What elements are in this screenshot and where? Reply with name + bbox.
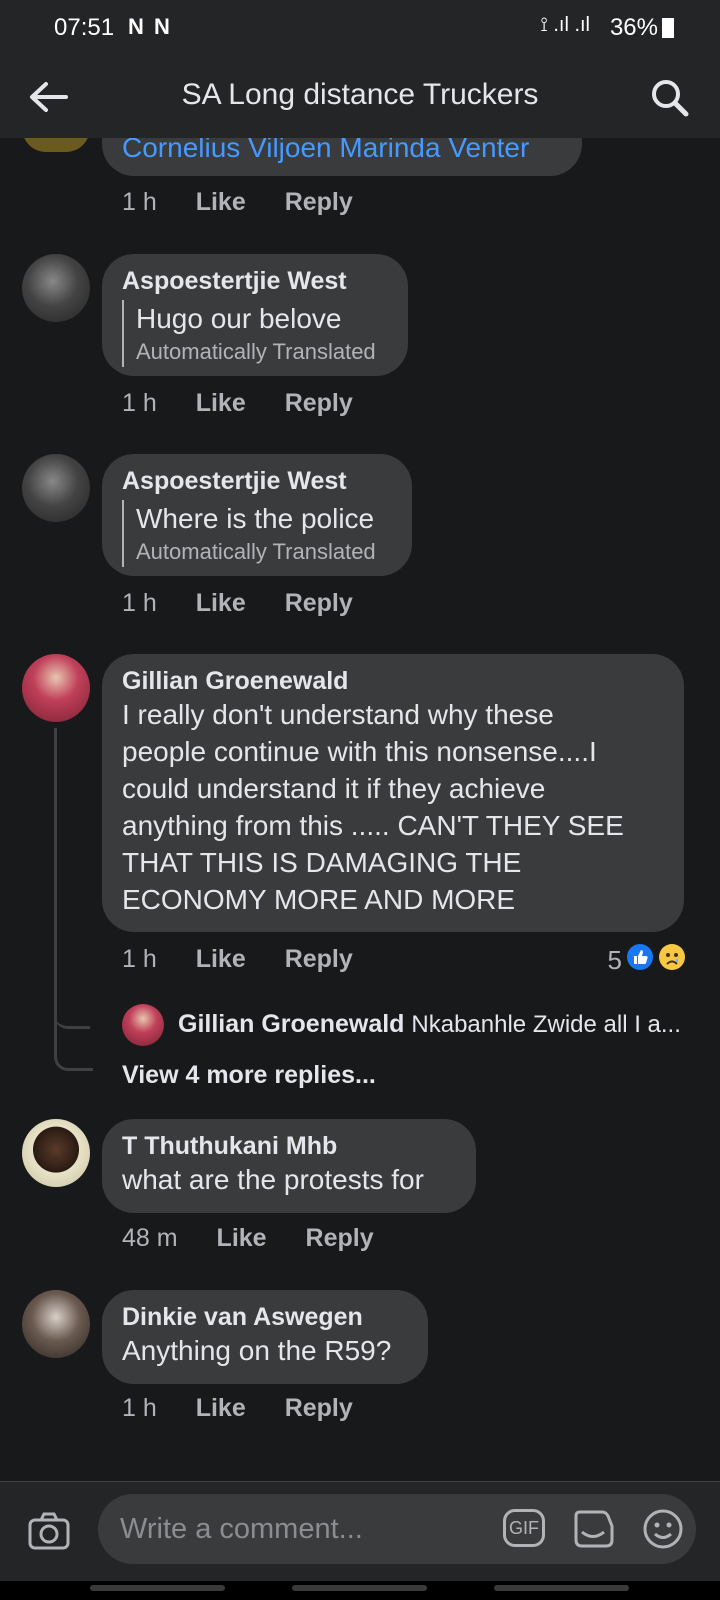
battery-percent: 36%: [609, 14, 658, 41]
comment-text-line: anything from this ..... CAN'T THEY SEE: [122, 810, 624, 841]
comment-actions: 1 h Like Reply: [122, 945, 385, 974]
gif-button[interactable]: GIF: [503, 1509, 545, 1547]
like-button[interactable]: Like: [196, 589, 246, 617]
comment-text-line: I really don't understand why these: [122, 699, 554, 730]
comment-time: 1 h: [122, 389, 157, 417]
avatar[interactable]: [22, 138, 90, 152]
comment-composer-bar: Write a comment... GIF: [0, 1481, 720, 1582]
sad-reaction-icon: [658, 943, 686, 978]
avatar[interactable]: [22, 254, 90, 322]
status-time: 07:51: [54, 14, 115, 41]
system-nav-bar: [0, 1581, 720, 1600]
avatar[interactable]: [22, 654, 90, 722]
translated-block: Where is the police Automatically Transl…: [122, 500, 392, 567]
comment-actions: 1 h Like Reply: [122, 589, 385, 618]
avatar[interactable]: [22, 1290, 90, 1358]
like-button[interactable]: Like: [196, 1394, 246, 1422]
like-button[interactable]: Like: [217, 1224, 267, 1252]
comment-text-line: ECONOMY MORE AND MORE: [122, 884, 516, 915]
gif-label: GIF: [509, 1518, 539, 1538]
comment-bubble: Aspoestertjie West Hugo our belove Autom…: [102, 254, 408, 376]
nav-recents[interactable]: [90, 1585, 225, 1591]
comment-text: Anything on the R59?: [122, 1335, 392, 1366]
comment-bubble: T Thuthukani Mhb what are the protests f…: [102, 1119, 476, 1213]
page-title: SA Long distance Truckers: [181, 78, 539, 111]
comment-text: Where is the police: [136, 503, 375, 534]
comment-text-line: THAT THIS IS DAMAGING THE: [122, 847, 522, 878]
comment-bubble: Aspoestertjie West Where is the police A…: [102, 454, 412, 576]
comment-input-placeholder: Write a comment...: [120, 1513, 363, 1545]
comment-text: what are the protests for: [122, 1164, 424, 1195]
reply-author: Gillian Groenewald: [178, 1010, 405, 1038]
comment-actions: 1 h Like Reply: [122, 188, 385, 217]
comment-list: Cornelius Viljoen Marinda Venter 1 h Lik…: [0, 138, 720, 1481]
translated-label[interactable]: Automatically Translated: [136, 337, 388, 367]
app-header: SA Long distance Truckers: [0, 56, 720, 138]
like-reaction-icon: [626, 943, 654, 978]
comment-actions: 48 m Like Reply: [122, 1224, 406, 1253]
comment-time: 1 h: [122, 188, 157, 216]
signal-icons: ⟟ .ıl .ıl: [540, 14, 590, 36]
reply-button[interactable]: Reply: [285, 589, 353, 617]
nav-back[interactable]: [494, 1585, 629, 1591]
comment-text: Hugo our belove: [136, 303, 342, 334]
reply-text: Nkabanhle Zwide all I a...: [411, 1011, 681, 1038]
comment-text-line: could understand it if they achieve: [122, 773, 546, 804]
comment-text-line: people continue with this nonsense....I: [122, 736, 597, 767]
comment-actions: 1 h Like Reply: [122, 389, 385, 418]
like-button[interactable]: Like: [196, 945, 246, 973]
reply-button[interactable]: Reply: [306, 1224, 374, 1252]
reply-button[interactable]: Reply: [285, 188, 353, 216]
comment-author[interactable]: Dinkie van Aswegen: [122, 1302, 408, 1332]
comment-bubble: Gillian Groenewald I really don't unders…: [102, 654, 684, 932]
sticker-icon[interactable]: [570, 1506, 616, 1552]
thread-branch: [54, 998, 90, 1029]
like-button[interactable]: Like: [196, 389, 246, 417]
view-more-replies-link[interactable]: View 4 more replies...: [122, 1061, 376, 1090]
comment-time: 1 h: [122, 589, 157, 617]
reactions-summary[interactable]: 5: [608, 943, 686, 978]
comment-actions: 1 h Like Reply: [122, 1394, 385, 1423]
battery-icon: [662, 18, 674, 38]
comment-time: 1 h: [122, 945, 157, 973]
comment-author[interactable]: Aspoestertjie West: [122, 466, 392, 496]
notification-icons: N N: [128, 14, 172, 39]
tagged-names-link[interactable]: Cornelius Viljoen Marinda Venter: [122, 138, 529, 163]
status-bar: 07:51 N N ⟟ .ıl .ıl 36%: [0, 0, 720, 56]
translated-label[interactable]: Automatically Translated: [136, 537, 392, 567]
reply-button[interactable]: Reply: [285, 1394, 353, 1422]
reply-preview[interactable]: Gillian Groenewald Nkabanhle Zwide all I…: [178, 1010, 681, 1039]
reply-button[interactable]: Reply: [285, 389, 353, 417]
search-icon[interactable]: [650, 78, 690, 118]
comment-author[interactable]: Aspoestertjie West: [122, 266, 388, 296]
reply-avatar[interactable]: [122, 1004, 164, 1046]
comment-author[interactable]: Gillian Groenewald: [122, 666, 664, 696]
emoji-icon[interactable]: [640, 1506, 686, 1552]
comment-author[interactable]: T Thuthukani Mhb: [122, 1131, 456, 1161]
like-button[interactable]: Like: [196, 188, 246, 216]
translated-block: Hugo our belove Automatically Translated: [122, 300, 388, 367]
camera-icon[interactable]: [26, 1508, 72, 1554]
comment-time: 48 m: [122, 1224, 178, 1252]
avatar[interactable]: [22, 1119, 90, 1187]
nav-home[interactable]: [292, 1585, 427, 1591]
comment-bubble: Cornelius Viljoen Marinda Venter: [102, 138, 582, 176]
comment-time: 1 h: [122, 1394, 157, 1422]
reply-button[interactable]: Reply: [285, 945, 353, 973]
avatar[interactable]: [22, 454, 90, 522]
comment-bubble: Dinkie van Aswegen Anything on the R59?: [102, 1290, 428, 1384]
reaction-count: 5: [607, 945, 622, 975]
